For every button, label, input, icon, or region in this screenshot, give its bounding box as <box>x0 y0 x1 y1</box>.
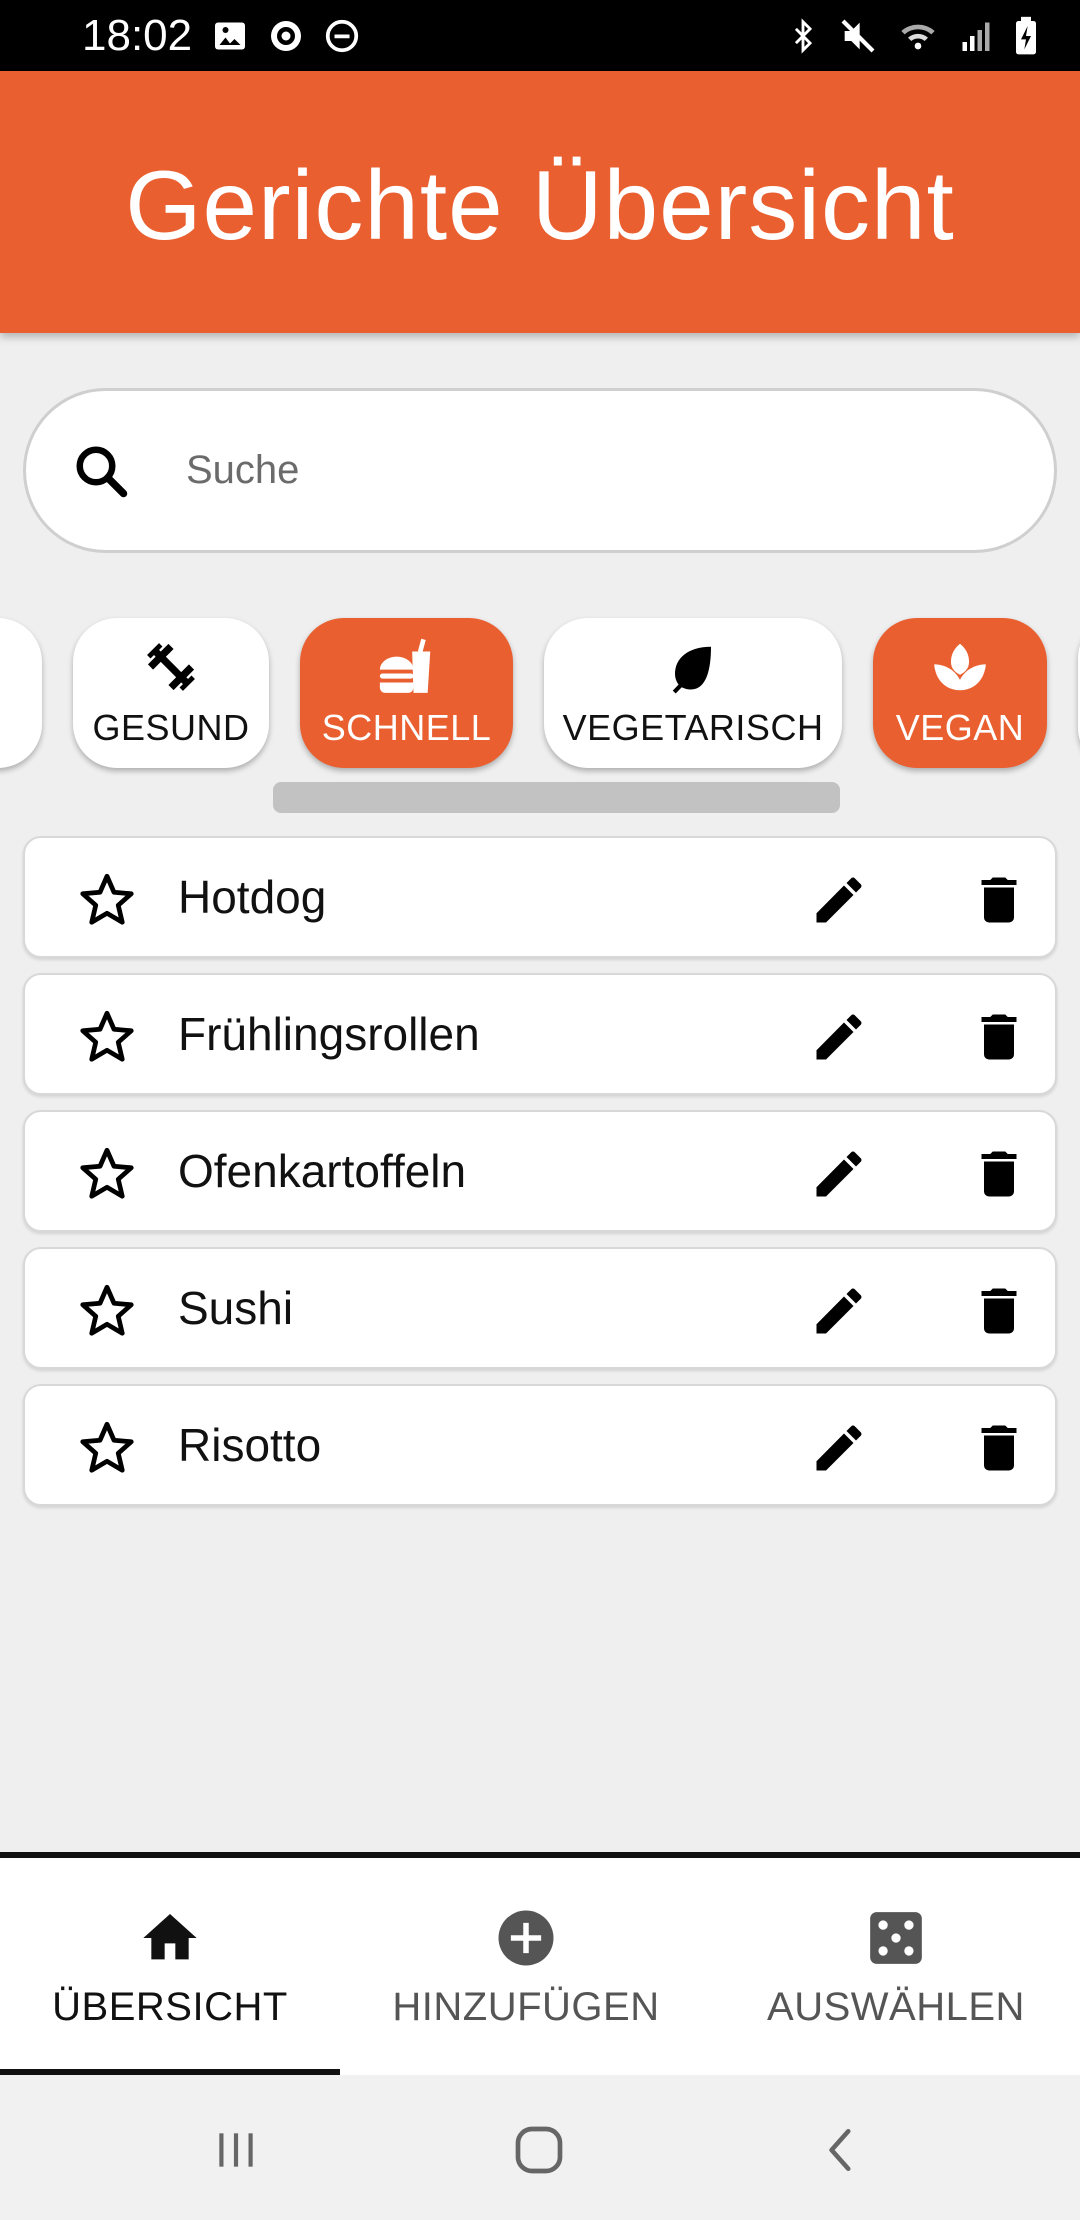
edit-icon[interactable] <box>809 1418 869 1478</box>
status-bar: 18:02 <box>0 0 1080 71</box>
dumbbell-icon <box>142 637 200 697</box>
dnd-icon <box>325 19 359 52</box>
delete-icon[interactable] <box>969 870 1029 930</box>
filter-chip-label: VEGAN <box>895 707 1025 748</box>
star-outline-icon[interactable] <box>77 870 137 930</box>
filter-chip-vegan[interactable]: VEGAN <box>873 618 1047 768</box>
chip-scrollbar[interactable] <box>273 782 840 813</box>
filter-chip-label: VEGETARISCH <box>562 707 824 748</box>
delete-icon[interactable] <box>969 1281 1029 1341</box>
nav-tab-add[interactable]: HINZUFÜGEN <box>340 1858 712 2075</box>
dice-icon <box>865 1903 927 1973</box>
delete-icon[interactable] <box>969 1144 1029 1204</box>
nav-tab-overview[interactable]: ÜBERSICHT <box>0 1858 340 2075</box>
back-icon[interactable] <box>812 2120 872 2180</box>
home-icon <box>138 1903 202 1973</box>
add-circle-icon <box>493 1903 559 1973</box>
bottom-nav: ÜBERSICHT HINZUFÜGEN AUSWÄHLEN <box>0 1858 1080 2075</box>
fastfood-icon <box>376 637 438 697</box>
dish-name: Sushi <box>178 1282 294 1334</box>
media-icon <box>271 20 302 51</box>
list-item[interactable]: Frühlingsrollen <box>23 973 1057 1095</box>
filter-chip-gesund[interactable]: GESUND <box>73 618 269 768</box>
filter-chip-row[interactable]: GESUND SCHNELL VEGETARISCH VEGAN <box>0 612 1080 782</box>
nav-label: HINZUFÜGEN <box>392 1985 660 2029</box>
edit-icon[interactable] <box>809 1281 869 1341</box>
filter-chip-label: SCHNELL <box>321 707 492 748</box>
battery-icon <box>1016 16 1036 54</box>
wifi-icon <box>901 24 935 49</box>
mute-icon <box>841 19 875 52</box>
filter-chip-label: GESUND <box>92 707 250 748</box>
list-item[interactable]: Hotdog <box>23 836 1057 958</box>
nav-label: AUSWÄHLEN <box>767 1985 1025 2029</box>
star-outline-icon[interactable] <box>77 1144 137 1204</box>
page-title: Gerichte Übersicht <box>125 149 955 260</box>
search-placeholder: Suche <box>186 448 300 492</box>
dish-name: Risotto <box>178 1419 322 1471</box>
status-time: 18:02 <box>82 10 193 60</box>
list-item[interactable]: Ofenkartoffeln <box>23 1110 1057 1232</box>
edit-icon[interactable] <box>809 1144 869 1204</box>
star-outline-icon[interactable] <box>77 1007 137 1067</box>
image-icon <box>215 22 246 49</box>
delete-icon[interactable] <box>969 1007 1029 1067</box>
recents-icon[interactable] <box>206 2120 266 2180</box>
dish-list: Hotdog Frühlingsrollen Ofenkartoffeln Su… <box>23 836 1057 1521</box>
edit-icon[interactable] <box>809 1007 869 1067</box>
plant-icon <box>929 637 991 697</box>
home-button-icon[interactable] <box>509 2120 569 2180</box>
star-outline-icon[interactable] <box>77 1281 137 1341</box>
edit-icon[interactable] <box>809 870 869 930</box>
delete-icon[interactable] <box>969 1418 1029 1478</box>
signal-icon <box>962 22 990 51</box>
list-item[interactable]: Risotto <box>23 1384 1057 1506</box>
dish-name: Hotdog <box>178 871 327 923</box>
filter-chip-hidden[interactable] <box>0 618 42 768</box>
search-icon <box>66 436 136 506</box>
bluetooth-icon <box>794 17 813 54</box>
nav-tab-select[interactable]: AUSWÄHLEN <box>712 1858 1080 2075</box>
list-item[interactable]: Sushi <box>23 1247 1057 1369</box>
system-nav-bar <box>0 2075 1080 2220</box>
dish-name: Ofenkartoffeln <box>178 1145 467 1197</box>
search-input[interactable]: Suche <box>23 388 1057 553</box>
filter-chip-vegetarisch[interactable]: VEGETARISCH <box>544 618 842 768</box>
star-outline-icon[interactable] <box>77 1418 137 1478</box>
app-bar: Gerichte Übersicht <box>0 71 1080 333</box>
leaf-icon <box>666 637 720 697</box>
dish-name: Frühlingsrollen <box>178 1008 480 1060</box>
filter-chip-schnell[interactable]: SCHNELL <box>300 618 513 768</box>
nav-label: ÜBERSICHT <box>52 1985 288 2029</box>
